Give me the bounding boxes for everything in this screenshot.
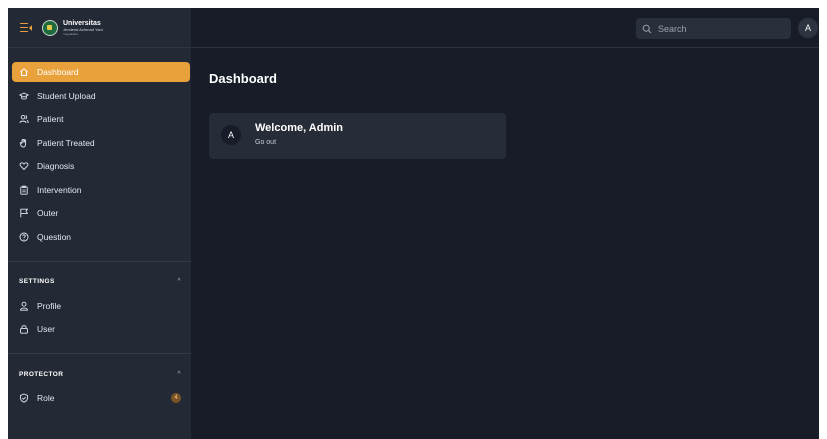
page-title: Dashboard: [209, 71, 277, 86]
avatar: A: [221, 125, 241, 145]
sidebar-divider: [8, 260, 191, 262]
sidebar-item-outer[interactable]: Outer: [8, 203, 191, 223]
protector-section-title: PROTECTOR: [19, 370, 64, 378]
sidebar-item-diagnosis[interactable]: Diagnosis: [8, 156, 191, 176]
sidebar-item-label: Patient Treated: [37, 137, 95, 148]
sidebar-item-label: Dashboard: [37, 67, 79, 77]
role-count-badge: 4: [171, 393, 181, 403]
welcome-card: A Welcome, Admin Go out: [209, 113, 506, 159]
shield-icon: [19, 393, 29, 403]
users-icon: [19, 114, 29, 124]
sidebar: Universitas Jenderal Achmad Yani Yogyaka…: [8, 8, 191, 439]
university-logo: [42, 19, 58, 36]
brand-subtitle: Jenderal Achmad Yani: [63, 26, 103, 32]
brand-name: Universitas: [63, 19, 101, 27]
main-content: A Dashboard A Welcome, Admin Go out: [191, 8, 819, 439]
sidebar-item-patient-treated[interactable]: Patient Treated: [8, 133, 191, 153]
sidebar-item-role[interactable]: Role 4: [8, 388, 191, 408]
user-icon: [19, 301, 29, 311]
sidebar-item-label: User: [37, 324, 55, 334]
search-box[interactable]: [636, 18, 791, 39]
sidebar-item-student-upload[interactable]: Student Upload: [8, 86, 191, 106]
chevron-up-icon[interactable]: ^: [177, 278, 181, 285]
brand-text: Universitas Jenderal Achmad Yani Yogyaka…: [63, 20, 103, 36]
app-window: Universitas Jenderal Achmad Yani Yogyaka…: [8, 8, 819, 439]
sidebar-item-label: Question: [37, 231, 72, 242]
lock-icon: [19, 324, 29, 334]
sidebar-item-label: Patient: [37, 114, 64, 124]
sidebar-item-intervention[interactable]: Intervention: [8, 180, 191, 200]
sidebar-item-patient[interactable]: Patient: [8, 109, 191, 129]
sidebar-item-label: Outer: [37, 208, 59, 218]
sidebar-item-dashboard[interactable]: Dashboard: [12, 62, 190, 82]
logout-link[interactable]: Go out: [255, 139, 276, 146]
protector-section-header[interactable]: PROTECTOR ^: [8, 366, 191, 382]
welcome-title: Welcome, Admin: [255, 122, 344, 134]
flag-icon: [19, 208, 29, 218]
home-icon: [19, 67, 29, 77]
sidebar-item-label: Profile: [37, 300, 62, 311]
settings-section-title: SETTINGS: [19, 278, 55, 285]
search-icon: [642, 24, 652, 33]
topbar: A: [191, 8, 819, 48]
sidebar-item-profile[interactable]: Profile: [8, 296, 191, 316]
menu-collapse-icon[interactable]: [20, 22, 32, 33]
hand-icon: [19, 138, 29, 148]
brand-header: Universitas Jenderal Achmad Yani Yogyaka…: [8, 8, 191, 48]
search-input[interactable]: [658, 23, 783, 34]
sidebar-item-label: Role: [37, 393, 55, 403]
settings-section-header[interactable]: SETTINGS ^: [8, 274, 191, 290]
sidebar-item-label: Student Upload: [37, 90, 96, 101]
sidebar-item-question[interactable]: Question: [8, 227, 191, 247]
brand-tagline: Yogyakarta: [63, 31, 78, 36]
heart-icon: [19, 161, 29, 171]
sidebar-divider: [8, 353, 191, 354]
chevron-up-icon[interactable]: ^: [177, 371, 181, 378]
sidebar-item-label: Diagnosis: [37, 161, 75, 171]
main-nav: Dashboard Student Upload Patient Patient…: [8, 48, 191, 408]
question-icon: [19, 232, 29, 242]
graduation-cap-icon: [19, 91, 29, 101]
clipboard-icon: [19, 185, 29, 195]
user-avatar-button[interactable]: A: [798, 18, 818, 38]
sidebar-item-user[interactable]: User: [8, 319, 191, 339]
sidebar-item-label: Intervention: [37, 184, 82, 195]
